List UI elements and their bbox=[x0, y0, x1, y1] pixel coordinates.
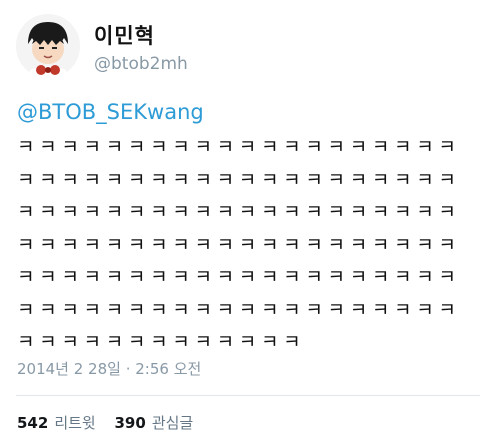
like-stat[interactable]: 390 관심글 bbox=[115, 412, 194, 433]
tweet-text-line: ㅋㅋㅋㅋㅋㅋㅋㅋㅋㅋㅋㅋㅋ bbox=[17, 331, 306, 353]
tweet-text-line: ㅋㅋㅋㅋㅋㅋㅋㅋㅋㅋㅋㅋㅋㅋㅋㅋㅋㅋㅋㅋ bbox=[17, 168, 461, 191]
tweet-text: @BTOB_SEKwang ㅋㅋㅋㅋㅋㅋㅋㅋㅋㅋㅋㅋㅋㅋㅋㅋㅋㅋㅋㅋ ㅋㅋㅋㅋㅋ… bbox=[17, 96, 469, 359]
mention-link[interactable]: @BTOB_SEKwang bbox=[17, 96, 469, 128]
like-label: 관심글 bbox=[151, 414, 194, 432]
avatar[interactable] bbox=[16, 14, 80, 78]
tweet-stats: 542 리트윗 390 관심글 bbox=[17, 412, 207, 433]
display-name[interactable]: 이민혁 bbox=[94, 20, 155, 50]
tweet-text-line: ㅋㅋㅋㅋㅋㅋㅋㅋㅋㅋㅋㅋㅋㅋㅋㅋㅋㅋㅋㅋ bbox=[17, 266, 461, 288]
like-count: 390 bbox=[114, 414, 146, 432]
tweet-card: 이민혁 @btob2mh @BTOB_SEKwang ㅋㅋㅋㅋㅋㅋㅋㅋㅋㅋㅋㅋㅋ… bbox=[0, 0, 480, 446]
user-handle[interactable]: @btob2mh bbox=[94, 54, 188, 74]
tweet-timestamp[interactable]: 2014년 2 28일 · 2:56 오전 bbox=[17, 358, 201, 379]
tweet-text-line: ㅋㅋㅋㅋㅋㅋㅋㅋㅋㅋㅋㅋㅋㅋㅋㅋㅋㅋㅋㅋ bbox=[17, 298, 461, 321]
retweet-stat[interactable]: 542 리트윗 bbox=[17, 412, 96, 433]
tweet-text-line: ㅋㅋㅋㅋㅋㅋㅋㅋㅋㅋㅋㅋㅋㅋㅋㅋㅋㅋㅋㅋ bbox=[17, 201, 461, 223]
tweet-text-line: ㅋㅋㅋㅋㅋㅋㅋㅋㅋㅋㅋㅋㅋㅋㅋㅋㅋㅋㅋㅋ bbox=[17, 233, 461, 256]
divider bbox=[16, 395, 480, 396]
retweet-label: 리트윗 bbox=[54, 414, 96, 432]
tweet-text-line: ㅋㅋㅋㅋㅋㅋㅋㅋㅋㅋㅋㅋㅋㅋㅋㅋㅋㅋㅋㅋ bbox=[17, 136, 461, 158]
retweet-count: 542 bbox=[17, 414, 49, 432]
cartoon-avatar-icon bbox=[16, 14, 80, 78]
